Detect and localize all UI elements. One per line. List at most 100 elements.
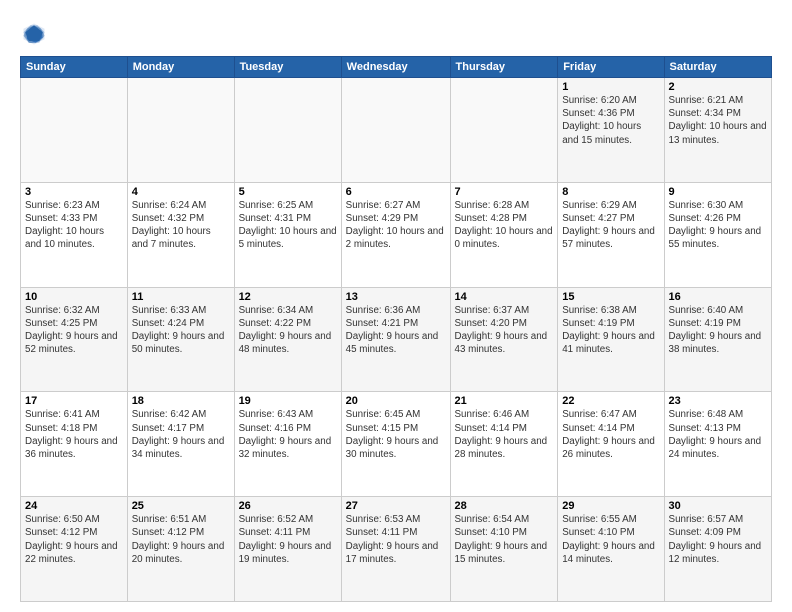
logo-icon xyxy=(20,20,48,48)
day-number: 26 xyxy=(239,500,337,512)
calendar-cell xyxy=(341,78,450,183)
calendar-cell: 5Sunrise: 6:25 AM Sunset: 4:31 PM Daylig… xyxy=(234,182,341,287)
calendar-cell: 30Sunrise: 6:57 AM Sunset: 4:09 PM Dayli… xyxy=(664,497,771,602)
day-info: Sunrise: 6:42 AM Sunset: 4:17 PM Dayligh… xyxy=(132,408,230,461)
calendar-cell: 26Sunrise: 6:52 AM Sunset: 4:11 PM Dayli… xyxy=(234,497,341,602)
day-info: Sunrise: 6:24 AM Sunset: 4:32 PM Dayligh… xyxy=(132,199,230,252)
calendar-cell: 25Sunrise: 6:51 AM Sunset: 4:12 PM Dayli… xyxy=(127,497,234,602)
day-info: Sunrise: 6:34 AM Sunset: 4:22 PM Dayligh… xyxy=(239,304,337,357)
weekday-header-sunday: Sunday xyxy=(21,57,128,78)
header xyxy=(20,16,772,48)
calendar-week-2: 3Sunrise: 6:23 AM Sunset: 4:33 PM Daylig… xyxy=(21,182,772,287)
calendar-cell: 3Sunrise: 6:23 AM Sunset: 4:33 PM Daylig… xyxy=(21,182,128,287)
day-info: Sunrise: 6:40 AM Sunset: 4:19 PM Dayligh… xyxy=(669,304,767,357)
day-number: 3 xyxy=(25,186,123,198)
day-info: Sunrise: 6:27 AM Sunset: 4:29 PM Dayligh… xyxy=(346,199,446,252)
calendar-cell: 23Sunrise: 6:48 AM Sunset: 4:13 PM Dayli… xyxy=(664,392,771,497)
weekday-header-friday: Friday xyxy=(558,57,664,78)
day-number: 23 xyxy=(669,395,767,407)
calendar-cell: 10Sunrise: 6:32 AM Sunset: 4:25 PM Dayli… xyxy=(21,287,128,392)
day-info: Sunrise: 6:47 AM Sunset: 4:14 PM Dayligh… xyxy=(562,408,659,461)
calendar-cell: 11Sunrise: 6:33 AM Sunset: 4:24 PM Dayli… xyxy=(127,287,234,392)
calendar-cell: 28Sunrise: 6:54 AM Sunset: 4:10 PM Dayli… xyxy=(450,497,558,602)
day-info: Sunrise: 6:53 AM Sunset: 4:11 PM Dayligh… xyxy=(346,513,446,566)
day-info: Sunrise: 6:20 AM Sunset: 4:36 PM Dayligh… xyxy=(562,94,659,147)
day-number: 10 xyxy=(25,291,123,303)
day-number: 24 xyxy=(25,500,123,512)
calendar-cell: 19Sunrise: 6:43 AM Sunset: 4:16 PM Dayli… xyxy=(234,392,341,497)
weekday-header-tuesday: Tuesday xyxy=(234,57,341,78)
day-number: 30 xyxy=(669,500,767,512)
day-number: 21 xyxy=(455,395,554,407)
day-info: Sunrise: 6:29 AM Sunset: 4:27 PM Dayligh… xyxy=(562,199,659,252)
day-number: 20 xyxy=(346,395,446,407)
day-number: 16 xyxy=(669,291,767,303)
day-number: 14 xyxy=(455,291,554,303)
day-number: 19 xyxy=(239,395,337,407)
day-number: 9 xyxy=(669,186,767,198)
calendar-table: SundayMondayTuesdayWednesdayThursdayFrid… xyxy=(20,56,772,602)
day-number: 7 xyxy=(455,186,554,198)
day-number: 15 xyxy=(562,291,659,303)
weekday-header-monday: Monday xyxy=(127,57,234,78)
calendar-cell: 9Sunrise: 6:30 AM Sunset: 4:26 PM Daylig… xyxy=(664,182,771,287)
day-number: 2 xyxy=(669,81,767,93)
day-info: Sunrise: 6:30 AM Sunset: 4:26 PM Dayligh… xyxy=(669,199,767,252)
calendar-cell: 2Sunrise: 6:21 AM Sunset: 4:34 PM Daylig… xyxy=(664,78,771,183)
day-info: Sunrise: 6:41 AM Sunset: 4:18 PM Dayligh… xyxy=(25,408,123,461)
calendar-week-3: 10Sunrise: 6:32 AM Sunset: 4:25 PM Dayli… xyxy=(21,287,772,392)
day-number: 4 xyxy=(132,186,230,198)
calendar-cell: 27Sunrise: 6:53 AM Sunset: 4:11 PM Dayli… xyxy=(341,497,450,602)
calendar-cell xyxy=(21,78,128,183)
calendar-cell: 16Sunrise: 6:40 AM Sunset: 4:19 PM Dayli… xyxy=(664,287,771,392)
day-number: 29 xyxy=(562,500,659,512)
calendar-cell: 18Sunrise: 6:42 AM Sunset: 4:17 PM Dayli… xyxy=(127,392,234,497)
calendar-cell: 14Sunrise: 6:37 AM Sunset: 4:20 PM Dayli… xyxy=(450,287,558,392)
day-number: 17 xyxy=(25,395,123,407)
weekday-header-saturday: Saturday xyxy=(664,57,771,78)
day-number: 28 xyxy=(455,500,554,512)
day-info: Sunrise: 6:54 AM Sunset: 4:10 PM Dayligh… xyxy=(455,513,554,566)
day-number: 11 xyxy=(132,291,230,303)
calendar-cell: 1Sunrise: 6:20 AM Sunset: 4:36 PM Daylig… xyxy=(558,78,664,183)
day-info: Sunrise: 6:51 AM Sunset: 4:12 PM Dayligh… xyxy=(132,513,230,566)
day-info: Sunrise: 6:23 AM Sunset: 4:33 PM Dayligh… xyxy=(25,199,123,252)
day-info: Sunrise: 6:52 AM Sunset: 4:11 PM Dayligh… xyxy=(239,513,337,566)
calendar-cell xyxy=(450,78,558,183)
day-info: Sunrise: 6:38 AM Sunset: 4:19 PM Dayligh… xyxy=(562,304,659,357)
calendar-cell: 4Sunrise: 6:24 AM Sunset: 4:32 PM Daylig… xyxy=(127,182,234,287)
day-number: 22 xyxy=(562,395,659,407)
day-info: Sunrise: 6:55 AM Sunset: 4:10 PM Dayligh… xyxy=(562,513,659,566)
day-info: Sunrise: 6:36 AM Sunset: 4:21 PM Dayligh… xyxy=(346,304,446,357)
day-number: 12 xyxy=(239,291,337,303)
calendar-header-row: SundayMondayTuesdayWednesdayThursdayFrid… xyxy=(21,57,772,78)
day-number: 1 xyxy=(562,81,659,93)
calendar-cell: 7Sunrise: 6:28 AM Sunset: 4:28 PM Daylig… xyxy=(450,182,558,287)
calendar-cell xyxy=(234,78,341,183)
calendar-cell: 8Sunrise: 6:29 AM Sunset: 4:27 PM Daylig… xyxy=(558,182,664,287)
weekday-header-wednesday: Wednesday xyxy=(341,57,450,78)
calendar-cell: 21Sunrise: 6:46 AM Sunset: 4:14 PM Dayli… xyxy=(450,392,558,497)
calendar-cell: 6Sunrise: 6:27 AM Sunset: 4:29 PM Daylig… xyxy=(341,182,450,287)
calendar-cell: 13Sunrise: 6:36 AM Sunset: 4:21 PM Dayli… xyxy=(341,287,450,392)
day-number: 18 xyxy=(132,395,230,407)
calendar-cell: 22Sunrise: 6:47 AM Sunset: 4:14 PM Dayli… xyxy=(558,392,664,497)
day-number: 25 xyxy=(132,500,230,512)
day-info: Sunrise: 6:46 AM Sunset: 4:14 PM Dayligh… xyxy=(455,408,554,461)
calendar-week-5: 24Sunrise: 6:50 AM Sunset: 4:12 PM Dayli… xyxy=(21,497,772,602)
calendar-cell: 24Sunrise: 6:50 AM Sunset: 4:12 PM Dayli… xyxy=(21,497,128,602)
day-info: Sunrise: 6:57 AM Sunset: 4:09 PM Dayligh… xyxy=(669,513,767,566)
calendar-cell: 20Sunrise: 6:45 AM Sunset: 4:15 PM Dayli… xyxy=(341,392,450,497)
calendar-cell: 29Sunrise: 6:55 AM Sunset: 4:10 PM Dayli… xyxy=(558,497,664,602)
day-info: Sunrise: 6:43 AM Sunset: 4:16 PM Dayligh… xyxy=(239,408,337,461)
logo xyxy=(20,20,52,48)
day-info: Sunrise: 6:33 AM Sunset: 4:24 PM Dayligh… xyxy=(132,304,230,357)
day-number: 5 xyxy=(239,186,337,198)
day-number: 6 xyxy=(346,186,446,198)
calendar-cell: 15Sunrise: 6:38 AM Sunset: 4:19 PM Dayli… xyxy=(558,287,664,392)
day-info: Sunrise: 6:48 AM Sunset: 4:13 PM Dayligh… xyxy=(669,408,767,461)
day-info: Sunrise: 6:32 AM Sunset: 4:25 PM Dayligh… xyxy=(25,304,123,357)
day-number: 13 xyxy=(346,291,446,303)
day-info: Sunrise: 6:21 AM Sunset: 4:34 PM Dayligh… xyxy=(669,94,767,147)
page: SundayMondayTuesdayWednesdayThursdayFrid… xyxy=(0,0,792,612)
